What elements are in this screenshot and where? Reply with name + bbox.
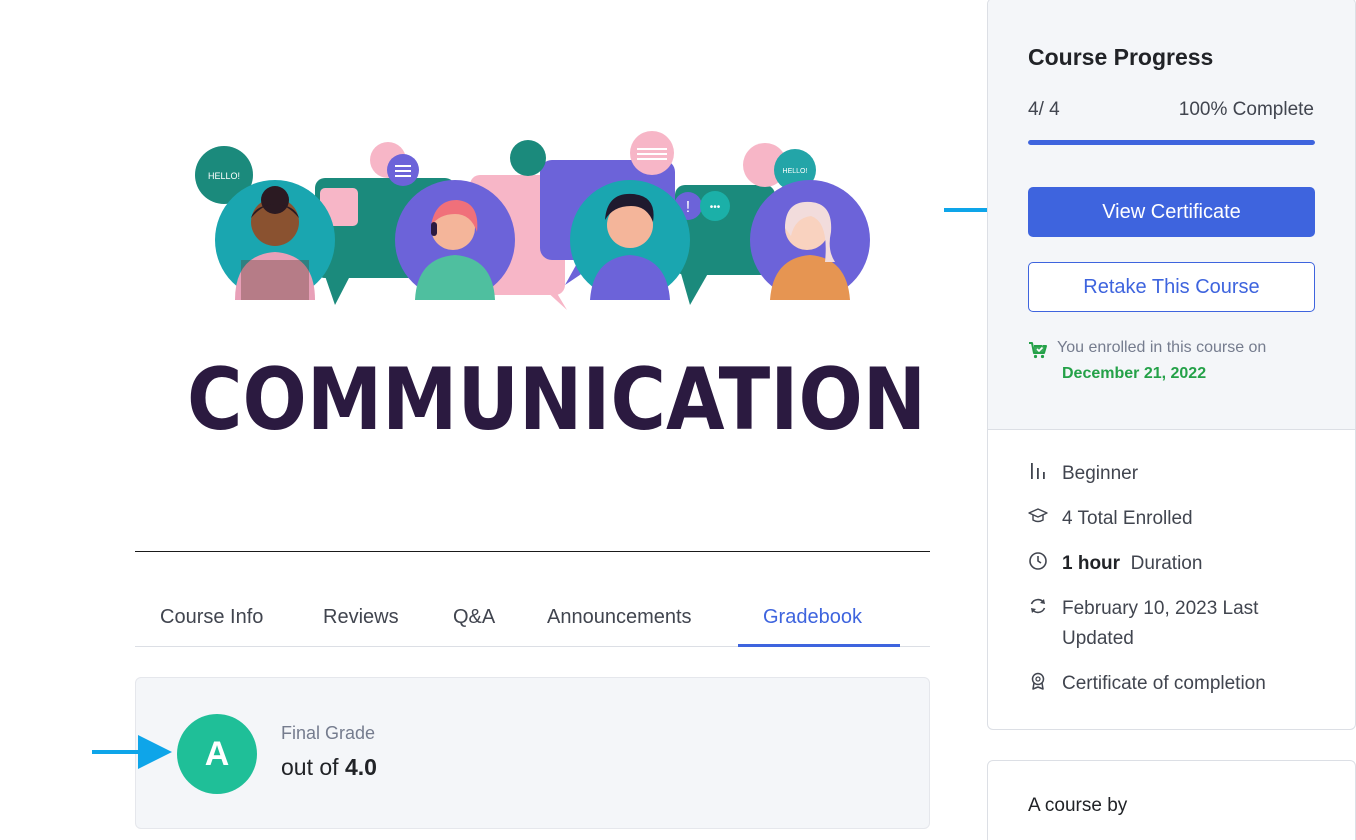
- tab-qa[interactable]: Q&A: [453, 606, 495, 629]
- final-grade-label: Final Grade: [281, 723, 376, 743]
- tab-gradebook[interactable]: Gradebook: [763, 606, 862, 629]
- retake-course-button[interactable]: Retake This Course: [1028, 262, 1315, 312]
- progress-section: Course Progress 4/ 4 100% Complete View …: [988, 0, 1355, 430]
- refresh-icon: [1030, 598, 1046, 614]
- award-icon: [1031, 672, 1045, 690]
- enrolled-text: You enrolled in this course on: [1057, 339, 1267, 356]
- graduation-cap-icon: [1028, 508, 1048, 523]
- meta-updated: February 10, 2023 Last Updated: [1028, 594, 1258, 654]
- updated-line-2: Updated: [1062, 628, 1134, 649]
- out-of-value: 4.0: [344, 754, 377, 780]
- instructor-card: A course by: [987, 760, 1356, 840]
- updated-text: February 10, 2023 Last Updated: [1062, 594, 1258, 654]
- meta-certificate: Certificate of completion: [1028, 669, 1266, 699]
- duration-value: 1 hour: [1062, 553, 1121, 574]
- progress-count: 4/ 4: [1028, 99, 1060, 120]
- communication-illustration: HELLO! HELLO! ! •••: [195, 131, 870, 310]
- progress-percent: 100% Complete: [1178, 99, 1314, 120]
- tab-course-info[interactable]: Course Info: [160, 606, 263, 629]
- tab-reviews[interactable]: Reviews: [323, 606, 399, 629]
- enrolled-date: December 21, 2022: [1062, 365, 1207, 382]
- grade-out-of: out of 4.0: [281, 754, 377, 781]
- certificate-text: Certificate of completion: [1062, 673, 1266, 694]
- dots-text: •••: [710, 202, 721, 213]
- level-bars-icon: [1031, 463, 1045, 479]
- active-tab-indicator: [738, 644, 900, 647]
- progress-bar: [1028, 140, 1315, 145]
- hello-text-right: HELLO!: [783, 168, 808, 175]
- course-by-label: A course by: [1028, 795, 1128, 816]
- enrolled-count-text: 4 Total Enrolled: [1062, 508, 1193, 529]
- final-grade-card: A Final Grade out of 4.0: [135, 677, 930, 829]
- progress-bar-fill: [1028, 140, 1315, 145]
- updated-line-1: February 10, 2023 Last: [1062, 598, 1259, 619]
- duration-text: 1 hour Duration: [1062, 549, 1202, 579]
- clock-icon: [1029, 552, 1047, 570]
- meta-duration: 1 hour Duration: [1028, 549, 1202, 579]
- meta-level: Beginner: [1028, 459, 1138, 489]
- hello-text-left: HELLO!: [208, 171, 240, 181]
- course-tabs: Course Info Reviews Q&A Announcements Gr…: [135, 600, 930, 647]
- progress-title: Course Progress: [1028, 44, 1214, 70]
- level-text: Beginner: [1062, 463, 1139, 484]
- exclaim-text: !: [686, 199, 690, 216]
- duration-label: Duration: [1130, 553, 1203, 574]
- course-thumbnail: HELLO! HELLO! ! ••• COMMUNICATION: [135, 0, 930, 540]
- hero-title: COMMUNICATION: [187, 350, 927, 450]
- view-certificate-button[interactable]: View Certificate: [1028, 187, 1315, 237]
- tab-announcements[interactable]: Announcements: [547, 606, 692, 629]
- content-divider: [135, 551, 930, 552]
- grade-badge: A: [177, 714, 257, 794]
- meta-enrolled: 4 Total Enrolled: [1028, 504, 1193, 534]
- cart-check-icon: [1029, 342, 1047, 359]
- arrow-right-icon: [92, 735, 172, 769]
- course-progress-card: Course Progress 4/ 4 100% Complete View …: [987, 0, 1356, 730]
- out-of-prefix: out of: [281, 754, 339, 780]
